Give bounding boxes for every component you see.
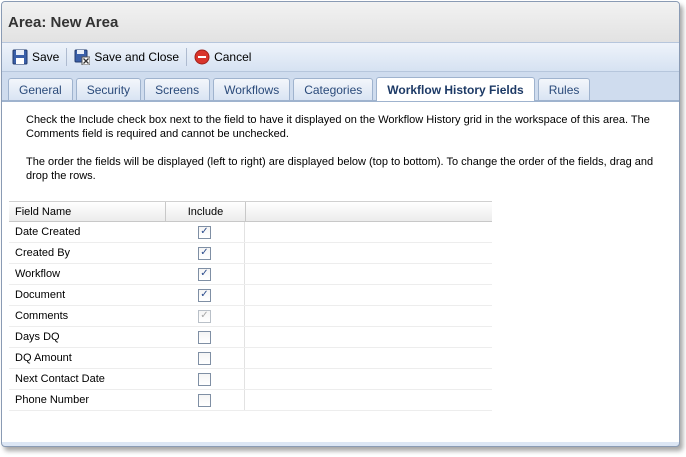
tab-content: Check the Include check box next to the … — [2, 101, 679, 442]
field-name-cell: Date Created — [15, 226, 81, 238]
include-checkbox[interactable] — [198, 393, 211, 407]
field-name-cell: Days DQ — [15, 331, 60, 343]
field-name-cell: DQ Amount — [15, 352, 72, 364]
title-bar: Area: New Area — [2, 2, 679, 42]
table-row[interactable]: Next Contact Date — [9, 369, 492, 390]
include-checkbox[interactable] — [198, 330, 211, 344]
column-header-field-name[interactable]: Field Name — [9, 202, 165, 221]
grid-header: Field Name Include — [9, 201, 492, 222]
table-row[interactable]: Document ✓ — [9, 285, 492, 306]
grid-header-filler — [246, 202, 492, 221]
toolbar-separator — [186, 48, 188, 66]
tab-security[interactable]: Security — [75, 78, 142, 100]
save-and-close-button[interactable]: Save and Close — [70, 47, 183, 67]
column-header-include[interactable]: Include — [165, 202, 246, 221]
fields-grid: Field Name Include Date Created ✓ Created … — [9, 201, 492, 411]
dialog-title: Area: New Area — [8, 13, 119, 31]
cancel-icon — [194, 49, 210, 65]
tab-general[interactable]: General — [8, 78, 73, 100]
include-cell — [165, 390, 245, 410]
table-row[interactable]: Workflow ✓ — [9, 264, 492, 285]
table-row[interactable]: Date Created ✓ — [9, 222, 492, 243]
save-label: Save — [32, 50, 60, 64]
include-cell — [165, 369, 245, 389]
field-name-cell: Comments — [15, 310, 69, 322]
grid-body: Date Created ✓ Created By ✓ Workflow ✓ Documen… — [9, 222, 492, 411]
instructions: Check the Include check box next to the … — [2, 102, 679, 183]
include-cell — [165, 327, 245, 347]
tab-screens[interactable]: Screens — [144, 78, 211, 100]
field-name-cell: Next Contact Date — [15, 373, 105, 385]
tab-workflow-history-fields[interactable]: Workflow History Fields — [376, 77, 535, 101]
save-and-close-label: Save and Close — [94, 50, 180, 64]
include-cell: ✓ — [165, 285, 245, 305]
tab-categories[interactable]: Categories — [293, 78, 374, 100]
include-checkbox[interactable]: ✓ — [198, 267, 211, 281]
table-row[interactable]: DQ Amount — [9, 348, 492, 369]
include-checkbox[interactable] — [198, 351, 211, 365]
include-cell — [165, 348, 245, 368]
table-row[interactable]: Days DQ — [9, 327, 492, 348]
tab-strip: General Security Screens Workflows Categ… — [2, 72, 679, 101]
field-name-cell: Created By — [15, 247, 71, 259]
cancel-button[interactable]: Cancel — [190, 47, 255, 67]
instruction-order: The order the fields will be displayed (… — [26, 156, 654, 182]
field-name-cell: Phone Number — [15, 394, 89, 406]
include-checkbox[interactable]: ✓ — [198, 225, 211, 239]
table-row[interactable]: Phone Number — [9, 390, 492, 411]
include-checkbox: ✓ — [198, 309, 211, 323]
include-cell: ✓ — [165, 306, 245, 326]
floppy-disk-icon — [12, 49, 28, 65]
cancel-label: Cancel — [214, 50, 252, 64]
table-row[interactable]: Created By ✓ — [9, 243, 492, 264]
area-dialog: Area: New Area Save Save and Close Cance… — [1, 1, 680, 447]
floppy-close-icon — [74, 49, 91, 65]
save-button[interactable]: Save — [8, 47, 63, 67]
field-name-cell: Document — [15, 289, 66, 301]
include-cell: ✓ — [165, 243, 245, 263]
tab-workflows[interactable]: Workflows — [213, 78, 291, 100]
tab-rules[interactable]: Rules — [537, 78, 591, 100]
include-checkbox[interactable]: ✓ — [198, 288, 211, 302]
table-row[interactable]: Comments ✓ — [9, 306, 492, 327]
include-checkbox[interactable]: ✓ — [198, 246, 211, 260]
include-cell: ✓ — [165, 222, 245, 242]
field-name-cell: Workflow — [15, 268, 61, 280]
include-cell: ✓ — [165, 264, 245, 284]
toolbar-separator — [66, 48, 68, 66]
instruction-include: Check the Include check box next to the … — [26, 114, 650, 140]
toolbar: Save Save and Close Cancel — [2, 42, 679, 72]
include-checkbox[interactable] — [198, 372, 211, 386]
